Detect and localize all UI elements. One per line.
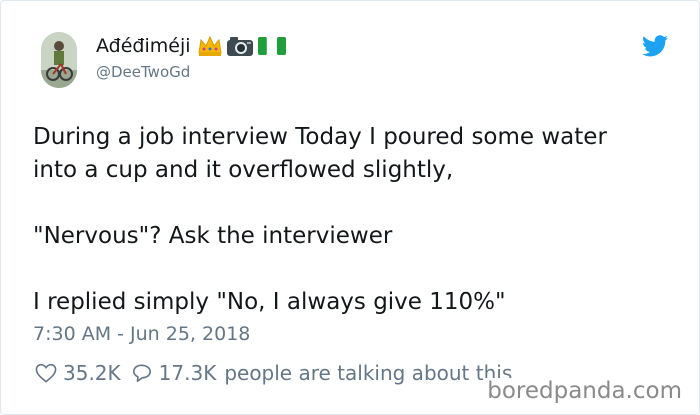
display-name-row[interactable]: Ađéđiméji [96,35,287,57]
boredpanda-watermark: boredpanda.com [485,378,684,404]
avatar-image [41,32,77,88]
like-stat[interactable]: 35.2K [35,361,121,385]
camera-emoji [226,37,253,56]
tweet-line: into a cup and it overflowed slightly, [33,157,454,183]
talking-text[interactable]: people are talking about this [224,361,512,385]
display-name[interactable]: Ađéđiméji [96,35,191,57]
heart-icon[interactable] [35,363,57,383]
nigeria-flag-emoji [257,36,286,56]
reply-stat[interactable]: 17.3K [131,361,217,385]
name-emojis [197,35,287,57]
tweet-line: During a job interview Today I poured so… [33,124,607,150]
avatar[interactable] [41,32,77,88]
twitter-bird-icon[interactable] [642,35,668,57]
speech-bubble-icon[interactable] [131,363,153,383]
reply-count: 17.3K [158,361,217,385]
tweet-actions: 35.2K 17.3K people are talking about thi… [35,361,512,385]
tweet-line: "Nervous"? Ask the interviewer [33,223,393,249]
tweet-text: During a job interview Today I poured so… [33,121,673,319]
like-count: 35.2K [63,361,121,385]
user-handle[interactable]: @DeeTwoGd [96,63,190,81]
tweet-card: Ađéđiméji @DeeTwoGd During a job intervi… [0,0,700,415]
tweet-line: I replied simply "No, I always give 110%… [33,289,506,315]
crown-emoji [197,35,222,56]
tweet-timestamp[interactable]: 7:30 AM - Jun 25, 2018 [33,323,250,345]
